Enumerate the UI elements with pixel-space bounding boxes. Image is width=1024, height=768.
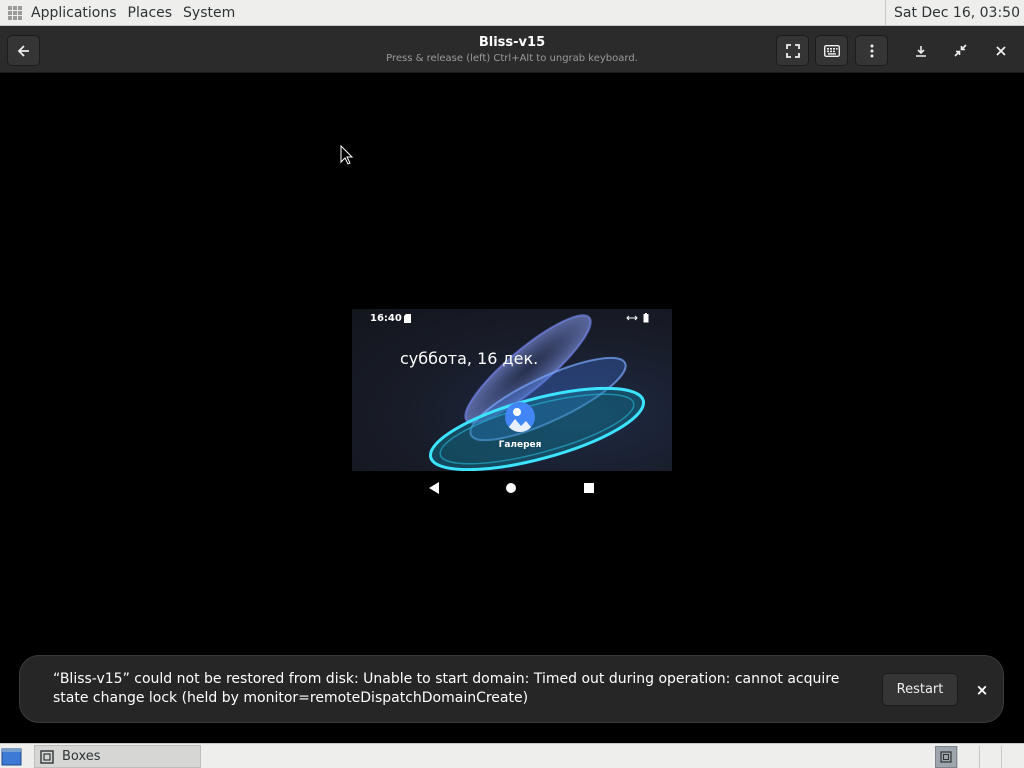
restart-button[interactable]: Restart: [882, 673, 958, 706]
sd-card-icon: [404, 314, 411, 323]
menu-applications[interactable]: Applications: [31, 5, 117, 21]
data-transfer-icon: [626, 315, 638, 321]
workspace-switcher: [935, 746, 1024, 768]
battery-icon: [643, 313, 649, 323]
bottom-taskbar: Boxes: [0, 743, 1024, 768]
mouse-pointer-icon: [340, 145, 354, 165]
taskbar-item-label: Boxes: [62, 749, 101, 764]
android-status-time: 16:40: [370, 313, 402, 324]
android-nav-bar: [352, 478, 672, 502]
menu-button[interactable]: [855, 35, 888, 66]
workspace-4[interactable]: [1001, 746, 1023, 768]
vm-display[interactable]: 16:40 суббота, 16 дек. Галерея: [0, 74, 1024, 743]
error-toast: “Bliss-v15” could not be restored from d…: [19, 655, 1004, 723]
android-lockscreen[interactable]: 16:40 суббота, 16 дек. Галерея: [352, 309, 672, 471]
download-icon: [915, 45, 926, 57]
download-button[interactable]: [904, 35, 937, 66]
android-date: суббота, 16 дек.: [400, 349, 539, 368]
android-status-bar: 16:40: [352, 309, 672, 329]
workspace-2[interactable]: [957, 746, 979, 768]
show-desktop-icon[interactable]: [0, 746, 25, 768]
keyboard-icon: [823, 44, 840, 57]
nav-home-icon[interactable]: [505, 482, 517, 494]
close-icon: [995, 45, 1006, 56]
fullscreen-button[interactable]: [776, 35, 809, 66]
nav-recents-icon[interactable]: [583, 482, 595, 494]
menu-places[interactable]: Places: [128, 5, 173, 21]
restore-icon: [954, 44, 967, 57]
panel-clock[interactable]: Sat Dec 16, 03:50: [884, 0, 1024, 26]
image-mountains-icon: [505, 408, 535, 432]
top-panel: Applications Places System Sat Dec 16, 0…: [0, 0, 1024, 26]
boxes-window-icon: [940, 751, 952, 763]
workspace-1[interactable]: [935, 746, 957, 768]
apps-grid-icon[interactable]: [8, 5, 22, 20]
restore-button[interactable]: [944, 35, 977, 66]
vertical-dots-icon: [870, 44, 873, 57]
nav-back-icon[interactable]: [428, 482, 440, 494]
close-button[interactable]: [984, 35, 1017, 66]
keyboard-button[interactable]: [815, 35, 848, 66]
menu-system[interactable]: System: [183, 5, 235, 21]
gallery-app-label: Галерея: [498, 440, 542, 450]
boxes-app-icon: [40, 749, 54, 764]
taskbar-item-boxes[interactable]: Boxes: [34, 745, 201, 768]
gallery-app-icon[interactable]: [505, 402, 535, 432]
workspace-3[interactable]: [979, 746, 1001, 768]
toast-message: “Bliss-v15” could not be restored from d…: [53, 671, 840, 706]
header-bar: Bliss-v15 Press & release (left) Ctrl+Al…: [0, 26, 1024, 73]
fullscreen-icon: [785, 43, 800, 58]
toast-close-button[interactable]: ×: [970, 676, 994, 703]
